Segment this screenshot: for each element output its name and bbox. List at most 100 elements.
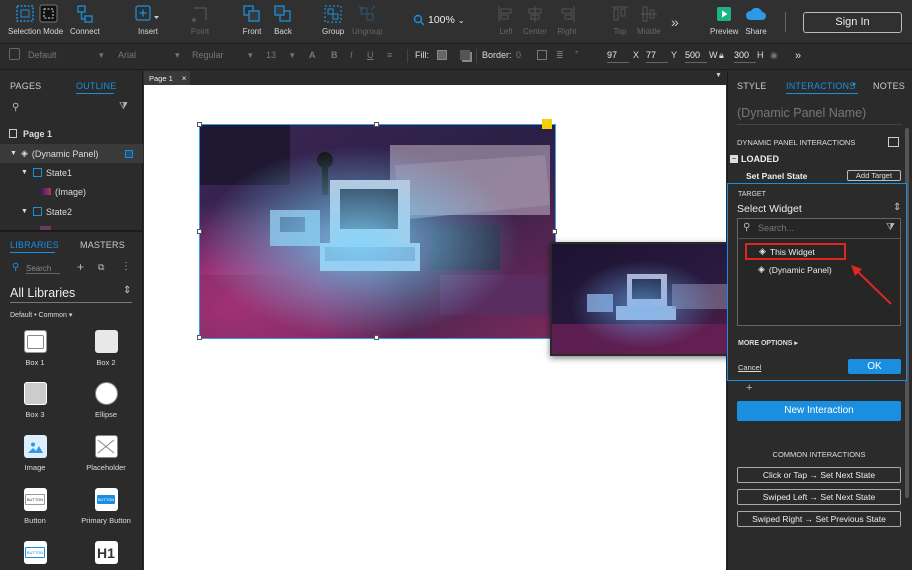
italic-button[interactable]: I [350, 50, 353, 60]
add-event-button[interactable]: + [746, 382, 752, 394]
corner-icon[interactable]: ⌜ [575, 50, 579, 61]
more-format-icon[interactable]: » [795, 50, 801, 62]
font-select[interactable]: Arial [118, 50, 136, 60]
widget-image[interactable]: Image [0, 435, 70, 472]
resize-handle[interactable] [552, 229, 557, 234]
expand-arrow-icon[interactable]: ▼ [10, 150, 17, 157]
fill-swatch[interactable] [437, 50, 447, 60]
shadow-icon[interactable] [460, 50, 470, 60]
page-tab[interactable]: Page 1 × [144, 71, 190, 85]
tab-outline[interactable]: OUTLINE [76, 81, 116, 91]
more-tools-icon[interactable]: » [671, 14, 679, 30]
option-dynamic-panel[interactable]: ◈ (Dynamic Panel) [758, 264, 832, 275]
panel-name-input[interactable]: (Dynamic Panel Name) [737, 106, 866, 120]
widget-primary-button[interactable]: BUTTON Primary Button [71, 488, 141, 525]
tab-style[interactable]: STYLE [737, 81, 767, 91]
share-button[interactable]: Share [745, 4, 767, 36]
style-select[interactable]: Default [28, 50, 57, 60]
action-set-panel-state[interactable]: Set Panel State [746, 171, 807, 181]
outline-page-row[interactable]: Page 1 [0, 124, 143, 143]
border-color-swatch[interactable] [537, 50, 547, 60]
tabs-dropdown-icon[interactable]: ▼ [715, 72, 722, 79]
tab-pages[interactable]: PAGES [10, 81, 41, 91]
filter-icon[interactable]: ⧩ [119, 101, 128, 112]
widget-ellipse[interactable]: Ellipse [71, 382, 141, 419]
dynamic-panel-widget[interactable] [199, 124, 556, 339]
library-search-input[interactable]: Search [26, 264, 60, 274]
resize-handle[interactable] [374, 335, 379, 340]
point-button[interactable]: Point [190, 4, 210, 36]
more-options-link[interactable]: MORE OPTIONS ▸ [738, 339, 798, 347]
common-interaction-click[interactable]: Click or Tap → Set Next State [737, 467, 901, 483]
tab-interactions[interactable]: INTERACTIONS [786, 81, 855, 91]
text-color-icon[interactable]: A [309, 50, 316, 60]
border-width-value[interactable]: 0 [516, 50, 521, 60]
lock-ratio-icon[interactable]: 🔒︎ [719, 50, 724, 61]
outline-state1-row[interactable]: ▼ State1 [0, 163, 143, 182]
widget-button[interactable]: BUTTON Button [0, 488, 70, 525]
ungroup-button[interactable]: Ungroup [352, 4, 383, 36]
common-interaction-swipe-left[interactable]: Swiped Left → Set Next State [737, 489, 901, 505]
lightning-badge[interactable]: ⚡ [542, 119, 552, 129]
widget-search-input[interactable]: Search... [758, 223, 794, 233]
font-weight-select[interactable]: Regular [192, 50, 224, 60]
resize-handle[interactable] [197, 335, 202, 340]
front-button[interactable]: Front [242, 4, 262, 36]
new-interaction-button[interactable]: New Interaction [737, 401, 901, 421]
tab-notes[interactable]: NOTES [873, 81, 905, 91]
widget-placeholder[interactable]: Placeholder [71, 435, 141, 472]
filter-icon[interactable]: ⧩ [886, 222, 895, 233]
add-target-button[interactable]: Add Target [847, 170, 901, 181]
expand-window-icon[interactable] [888, 137, 899, 147]
library-copy-icon[interactable]: ⧉ [98, 262, 104, 273]
y-field[interactable]: 77 [646, 46, 668, 63]
style-paint-icon[interactable] [9, 48, 20, 60]
insert-button[interactable]: Insert [134, 4, 162, 36]
font-size-select[interactable]: 13 [266, 50, 276, 60]
ok-button[interactable]: OK [848, 359, 901, 374]
preview-button[interactable]: Preview [710, 4, 738, 36]
sign-in-button[interactable]: Sign In [803, 12, 902, 33]
expand-arrow-icon[interactable]: ▼ [21, 208, 28, 215]
library-subset-select[interactable]: Default • Common ▾ [10, 311, 72, 319]
outline-state2-row[interactable]: ▼ State2 [0, 202, 143, 221]
close-icon[interactable]: × [182, 74, 187, 83]
x-field[interactable]: 97 [607, 46, 629, 63]
align-right-button[interactable]: Right [557, 4, 577, 36]
common-interaction-swipe-right[interactable]: Swiped Right → Set Previous State [737, 511, 901, 527]
search-icon[interactable]: ⚲ [12, 102, 19, 113]
bold-button[interactable]: B [331, 50, 338, 60]
resize-handle[interactable] [197, 229, 202, 234]
widget-heading1[interactable]: H1 [71, 541, 141, 569]
align-middle-button[interactable]: Middle [637, 4, 661, 36]
zoom-control[interactable]: 100% ⌄ [413, 14, 465, 26]
align-top-button[interactable]: Top [610, 4, 630, 36]
connect-button[interactable]: Connect [70, 4, 100, 36]
underline-button[interactable]: U [367, 50, 374, 60]
collapse-event-icon[interactable]: − [730, 155, 738, 163]
group-button[interactable]: Group [322, 4, 344, 36]
tab-libraries[interactable]: LIBRARIES [10, 240, 59, 250]
width-field[interactable]: 500 [685, 46, 707, 63]
list-icon[interactable]: ≡ [387, 50, 392, 60]
add-library-icon[interactable]: + [77, 260, 84, 274]
widget-link-button[interactable]: BUTTON [0, 541, 70, 569]
height-field[interactable]: 300 [734, 46, 756, 63]
library-select[interactable]: All Libraries [10, 286, 75, 300]
option-this-widget[interactable]: ◈ This Widget [745, 243, 846, 260]
select-widget-dropdown[interactable]: Select Widget [737, 203, 802, 215]
resize-handle[interactable] [374, 122, 379, 127]
visibility-icon[interactable]: ◉ [770, 50, 778, 61]
library-more-icon[interactable]: ⋮ [121, 261, 131, 272]
widget-box3[interactable]: Box 3 [0, 382, 70, 419]
outline-dynamic-panel-row[interactable]: ▼ ◈ (Dynamic Panel) [0, 144, 143, 163]
align-left-button[interactable]: Left [496, 4, 516, 36]
tab-masters[interactable]: MASTERS [80, 240, 125, 250]
widget-box1[interactable]: Box 1 [0, 330, 70, 367]
widget-box2[interactable]: Box 2 [71, 330, 141, 367]
cancel-button[interactable]: Cancel [738, 363, 761, 372]
outline-image-row[interactable]: (Image) [0, 182, 143, 201]
selection-mode-button[interactable]: Selection Mode [8, 4, 63, 36]
resize-handle[interactable] [197, 122, 202, 127]
expand-arrow-icon[interactable]: ▼ [21, 169, 28, 176]
